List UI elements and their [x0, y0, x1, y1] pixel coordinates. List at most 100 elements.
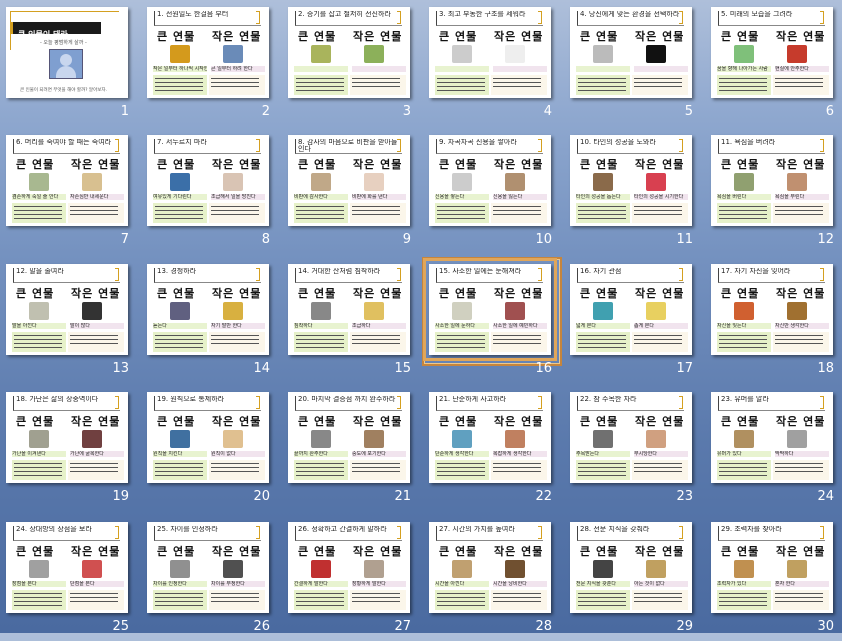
slide-preview[interactable]: 큰 인물이 돼라 - 오늘 평범하게 살까 - 큰 인물이 되려면 무엇을 해야 할…	[6, 7, 128, 98]
slide-preview[interactable]: 11. 욕심을 버려라 큰 연물 작은 연물 욕심을 버린다 욕심을 부린다	[711, 135, 833, 226]
slide-thumbnail-8[interactable]: 7. 서두르지 마라 큰 연물 작은 연물 여유있게 기다린다 조급해서 일을 망친다 8	[141, 128, 282, 254]
slide-preview[interactable]: 23. 유머를 알라 큰 연물 작은 연물 유머가 있다 딱딱하다	[711, 392, 833, 483]
slide-preview[interactable]: 28. 전문 지식을 갖춰라 큰 연물 작은 연물 전문 지식을 갖춘다 아는 것이 없…	[570, 522, 692, 613]
slide-preview[interactable]: 15. 사소한 일에는 둔해져라 큰 연물 작은 연물 사소한 일에 둔하다 사소한 일…	[423, 258, 557, 361]
slide-thumbnail-27[interactable]: 26. 정확하고 간결하게 말하라 큰 연물 작은 연물 간결하게 말한다 장황하게 말…	[282, 515, 423, 641]
big-person-caption: 가난을 이겨낸다	[12, 451, 66, 457]
column-headings: 큰 연물 작은 연물	[439, 28, 549, 43]
slide-thumbnail-4[interactable]: 3. 최고 부동한 구조를 세워라 큰 연물 작은 연물 4	[423, 0, 564, 126]
slide-thumbnail-24[interactable]: 23. 유머를 알라 큰 연물 작은 연물 유머가 있다 딱딱하다 24	[705, 385, 842, 511]
small-person-image	[364, 45, 384, 63]
slide-preview[interactable]: 26. 정확하고 간결하게 말하라 큰 연물 작은 연물 간결하게 말한다 장황하게 말…	[288, 522, 410, 613]
slide-preview[interactable]: 14. 거대한 산처럼 침착하라 큰 연물 작은 연물 침착하다 조급하다	[288, 264, 410, 355]
slide-thumbnail-11[interactable]: 10. 타인의 성공을 도와라 큰 연물 작은 연물 타인의 성공을 돕는다 타인의 성…	[564, 128, 705, 254]
slide-preview[interactable]: 4. 당신에게 맞는 환경을 선택하라 큰 연물 작은 연물	[570, 7, 692, 98]
slide-thumbnail-7[interactable]: 6. 머리를 숙여야 할 때는 숙여라 큰 연물 작은 연물 겸손하게 숙일 줄 안다…	[0, 128, 141, 254]
big-person-notes	[435, 203, 489, 223]
small-person-caption: 조급하다	[352, 323, 406, 329]
small-person-caption: 큰 일부터 하려 한다	[211, 66, 265, 72]
slide-number: 24	[817, 489, 834, 504]
slide-preview[interactable]: 18. 가난은 삶의 장중역이다 큰 연물 작은 연물 가난을 이겨낸다 가난에 굴복한…	[6, 392, 128, 483]
slide-preview[interactable]: 29. 조력자를 찾아라 큰 연물 작은 연물 조력자가 있다 혼자 한다	[711, 522, 833, 613]
slide-preview[interactable]: 3. 최고 부동한 구조를 세워라 큰 연물 작은 연물	[429, 7, 551, 98]
slide-thumbnail-18[interactable]: 17. 자기 자신을 잊어라 큰 연물 작은 연물 자신을 잊는다 자신만 생각한다 18	[705, 257, 842, 383]
big-person-heading: 큰 연물	[298, 30, 337, 43]
slide-number: 17	[676, 361, 693, 376]
slide-thumbnail-5[interactable]: 4. 당신에게 맞는 환경을 선택하라 큰 연물 작은 연물 5	[564, 0, 705, 126]
captions	[294, 66, 406, 73]
small-person-image	[82, 302, 102, 320]
captions: 원칙을 지킨다 원칙이 없다	[153, 451, 265, 458]
slide-thumbnail-14[interactable]: 13. 경청하라 큰 연물 작은 연물 듣는다 자기 말만 한다 14	[141, 257, 282, 383]
slide-preview[interactable]: 13. 경청하라 큰 연물 작은 연물 듣는다 자기 말만 한다	[147, 264, 269, 355]
slide-thumbnail-22[interactable]: 21. 단순하게 사고하라 큰 연물 작은 연물 단순하게 생각한다 복잡하게 생각한다…	[423, 385, 564, 511]
title-slide-banner: 큰 인물이 돼라	[10, 22, 101, 39]
slide-preview[interactable]: 25. 차이를 인정하라 큰 연물 작은 연물 차이를 인정한다 차이를 부정한다	[147, 522, 269, 613]
big-person-notes	[435, 332, 489, 352]
slide-thumbnail-21[interactable]: 20. 마지막 결승점 까지 완주하라 큰 연물 작은 연물 끝까지 완주한다 중도에 …	[282, 385, 423, 511]
column-headings: 큰 연물 작은 연물	[580, 285, 690, 300]
slide-thumbnail-15[interactable]: 14. 거대한 산처럼 침착하라 큰 연물 작은 연물 침착하다 조급하다 15	[282, 257, 423, 383]
slide-thumbnail-16[interactable]: 15. 사소한 일에는 둔해져라 큰 연물 작은 연물 사소한 일에 둔하다 사소한 일…	[422, 257, 564, 383]
slide-thumbnail-23[interactable]: 22. 참 주목한 자라 큰 연물 작은 연물 주목받는다 무시당한다 23	[564, 385, 705, 511]
small-person-image	[364, 173, 384, 191]
slide-preview[interactable]: 27. 시간의 가치를 높여라 큰 연물 작은 연물 시간을 아낀다 시간을 낭비한다	[429, 522, 551, 613]
slide-thumbnail-28[interactable]: 27. 시간의 가치를 높여라 큰 연물 작은 연물 시간을 아낀다 시간을 낭비한다 2…	[423, 515, 564, 641]
slide-thumbnail-6[interactable]: 5. 미래의 모습을 그려라 큰 연물 작은 연물 꿈을 향해 나아가는 사람 현실에 …	[705, 0, 842, 126]
slide-preview[interactable]: 10. 타인의 성공을 도와라 큰 연물 작은 연물 타인의 성공을 돕는다 타인의 성…	[570, 135, 692, 226]
slide-preview[interactable]: 9. 차곡차곡 신용을 쌓아라 큰 연물 작은 연물 신용을 쌓는다 신용을 잃는다	[429, 135, 551, 226]
slide-preview[interactable]: 1. 전원일도 한걸음 부터 큰 연물 작은 연물 작은 일부터 하나씩 시작한다 큰 …	[147, 7, 269, 98]
captions: 겸손하게 숙일 줄 안다 자존심만 내세운다	[12, 194, 124, 201]
slide-preview[interactable]: 7. 서두르지 마라 큰 연물 작은 연물 여유있게 기다린다 조급해서 일을 망친다	[147, 135, 269, 226]
slide-preview[interactable]: 6. 머리를 숙여야 할 때는 숙여라 큰 연물 작은 연물 겸손하게 숙일 줄 안다…	[6, 135, 128, 226]
slide-thumbnail-10[interactable]: 9. 차곡차곡 신용을 쌓아라 큰 연물 작은 연물 신용을 쌓는다 신용을 잃는다 10	[423, 128, 564, 254]
slide-preview[interactable]: 17. 자기 자신을 잊어라 큰 연물 작은 연물 자신을 잊는다 자신만 생각한다	[711, 264, 833, 355]
big-person-caption: 말을 아낀다	[12, 323, 66, 329]
slide-preview[interactable]: 16. 자기 관점 큰 연물 작은 연물 넓게 본다 좁게 본다	[570, 264, 692, 355]
slide-thumbnail-25[interactable]: 24. 상대방의 장점을 보라 큰 연물 작은 연물 장점을 본다 단점을 본다 25	[0, 515, 141, 641]
big-person-caption: 자신을 잊는다	[717, 323, 771, 329]
slide-title: 6. 머리를 숙여야 할 때는 숙여라	[13, 139, 120, 154]
slide-preview[interactable]: 8. 감사의 마음으로 비판을 받아들인다 큰 연물 작은 연물 비판에 감사한다 비판…	[288, 135, 410, 226]
bracket-decoration	[397, 396, 401, 409]
small-person-image	[82, 430, 102, 448]
slide-preview[interactable]: 19. 원칙으로 통제하라 큰 연물 작은 연물 원칙을 지킨다 원칙이 없다	[147, 392, 269, 483]
slide-preview[interactable]: 5. 미래의 모습을 그려라 큰 연물 작은 연물 꿈을 향해 나아가는 사람 현실에 …	[711, 7, 833, 98]
big-person-image	[734, 45, 754, 63]
small-person-image	[646, 302, 666, 320]
slide-thumbnail-12[interactable]: 11. 욕심을 버려라 큰 연물 작은 연물 욕심을 버린다 욕심을 부린다 12	[705, 128, 842, 254]
slide-preview[interactable]: 24. 상대방의 장점을 보라 큰 연물 작은 연물 장점을 본다 단점을 본다	[6, 522, 128, 613]
slide-number: 16	[535, 361, 552, 376]
small-person-image	[646, 560, 666, 578]
small-person-heading: 작은 연물	[635, 30, 685, 43]
slide-thumbnail-29[interactable]: 28. 전문 지식을 갖춰라 큰 연물 작은 연물 전문 지식을 갖춘다 아는 것이 없…	[564, 515, 705, 641]
slide-thumbnail-30[interactable]: 29. 조력자를 찾아라 큰 연물 작은 연물 조력자가 있다 혼자 한다 30	[705, 515, 842, 641]
slide-thumbnail-1[interactable]: 큰 인물이 돼라 - 오늘 평범하게 살까 - 큰 인물이 되려면 무엇을 해야 할…	[0, 0, 141, 126]
big-person-caption: 주목받는다	[576, 451, 630, 457]
slide-thumbnail-26[interactable]: 25. 차이를 인정하라 큰 연물 작은 연물 차이를 인정한다 차이를 부정한다 26	[141, 515, 282, 641]
bracket-decoration	[679, 268, 683, 281]
slide-preview[interactable]: 21. 단순하게 사고하라 큰 연물 작은 연물 단순하게 생각한다 복잡하게 생각한다	[429, 392, 551, 483]
big-person-notes	[153, 332, 207, 352]
slide-thumbnail-19[interactable]: 18. 가난은 삶의 장중역이다 큰 연물 작은 연물 가난을 이겨낸다 가난에 굴복한…	[0, 385, 141, 511]
slide-thumbnail-13[interactable]: 12. 말을 줄여라 큰 연물 작은 연물 말을 아낀다 말이 많다 13	[0, 257, 141, 383]
big-person-caption: 비판에 감사한다	[294, 194, 348, 200]
big-person-notes	[12, 203, 66, 223]
slide-preview[interactable]: 22. 참 주목한 자라 큰 연물 작은 연물 주목받는다 무시당한다	[570, 392, 692, 483]
slide-thumbnail-3[interactable]: 2. 승기를 잡고 철저히 전진하라 큰 연물 작은 연물 3	[282, 0, 423, 126]
slide-preview[interactable]: 2. 승기를 잡고 철저히 전진하라 큰 연물 작은 연물	[288, 7, 410, 98]
slide-preview[interactable]: 20. 마지막 결승점 까지 완주하라 큰 연물 작은 연물 끝까지 완주한다 중도에 …	[288, 392, 410, 483]
small-person-caption: 현실에 안주한다	[775, 66, 829, 72]
small-person-image	[364, 560, 384, 578]
slide-thumbnail-20[interactable]: 19. 원칙으로 통제하라 큰 연물 작은 연물 원칙을 지킨다 원칙이 없다 20	[141, 385, 282, 511]
small-person-caption: 욕심을 부린다	[775, 194, 829, 200]
big-person-notes	[435, 75, 489, 95]
bracket-decoration	[538, 139, 542, 152]
slide-thumbnail-17[interactable]: 16. 자기 관점 큰 연물 작은 연물 넓게 본다 좁게 본다 17	[564, 257, 705, 383]
slide-thumbnail-9[interactable]: 8. 감사의 마음으로 비판을 받아들인다 큰 연물 작은 연물 비판에 감사한다 비판…	[282, 128, 423, 254]
big-person-notes	[717, 590, 771, 610]
column-headings: 큰 연물 작은 연물	[439, 413, 549, 428]
slide-thumbnail-2[interactable]: 1. 전원일도 한걸음 부터 큰 연물 작은 연물 작은 일부터 하나씩 시작한다 큰 …	[141, 0, 282, 126]
bracket-decoration	[820, 268, 824, 281]
slide-preview[interactable]: 12. 말을 줄여라 큰 연물 작은 연물 말을 아낀다 말이 많다	[6, 264, 128, 355]
